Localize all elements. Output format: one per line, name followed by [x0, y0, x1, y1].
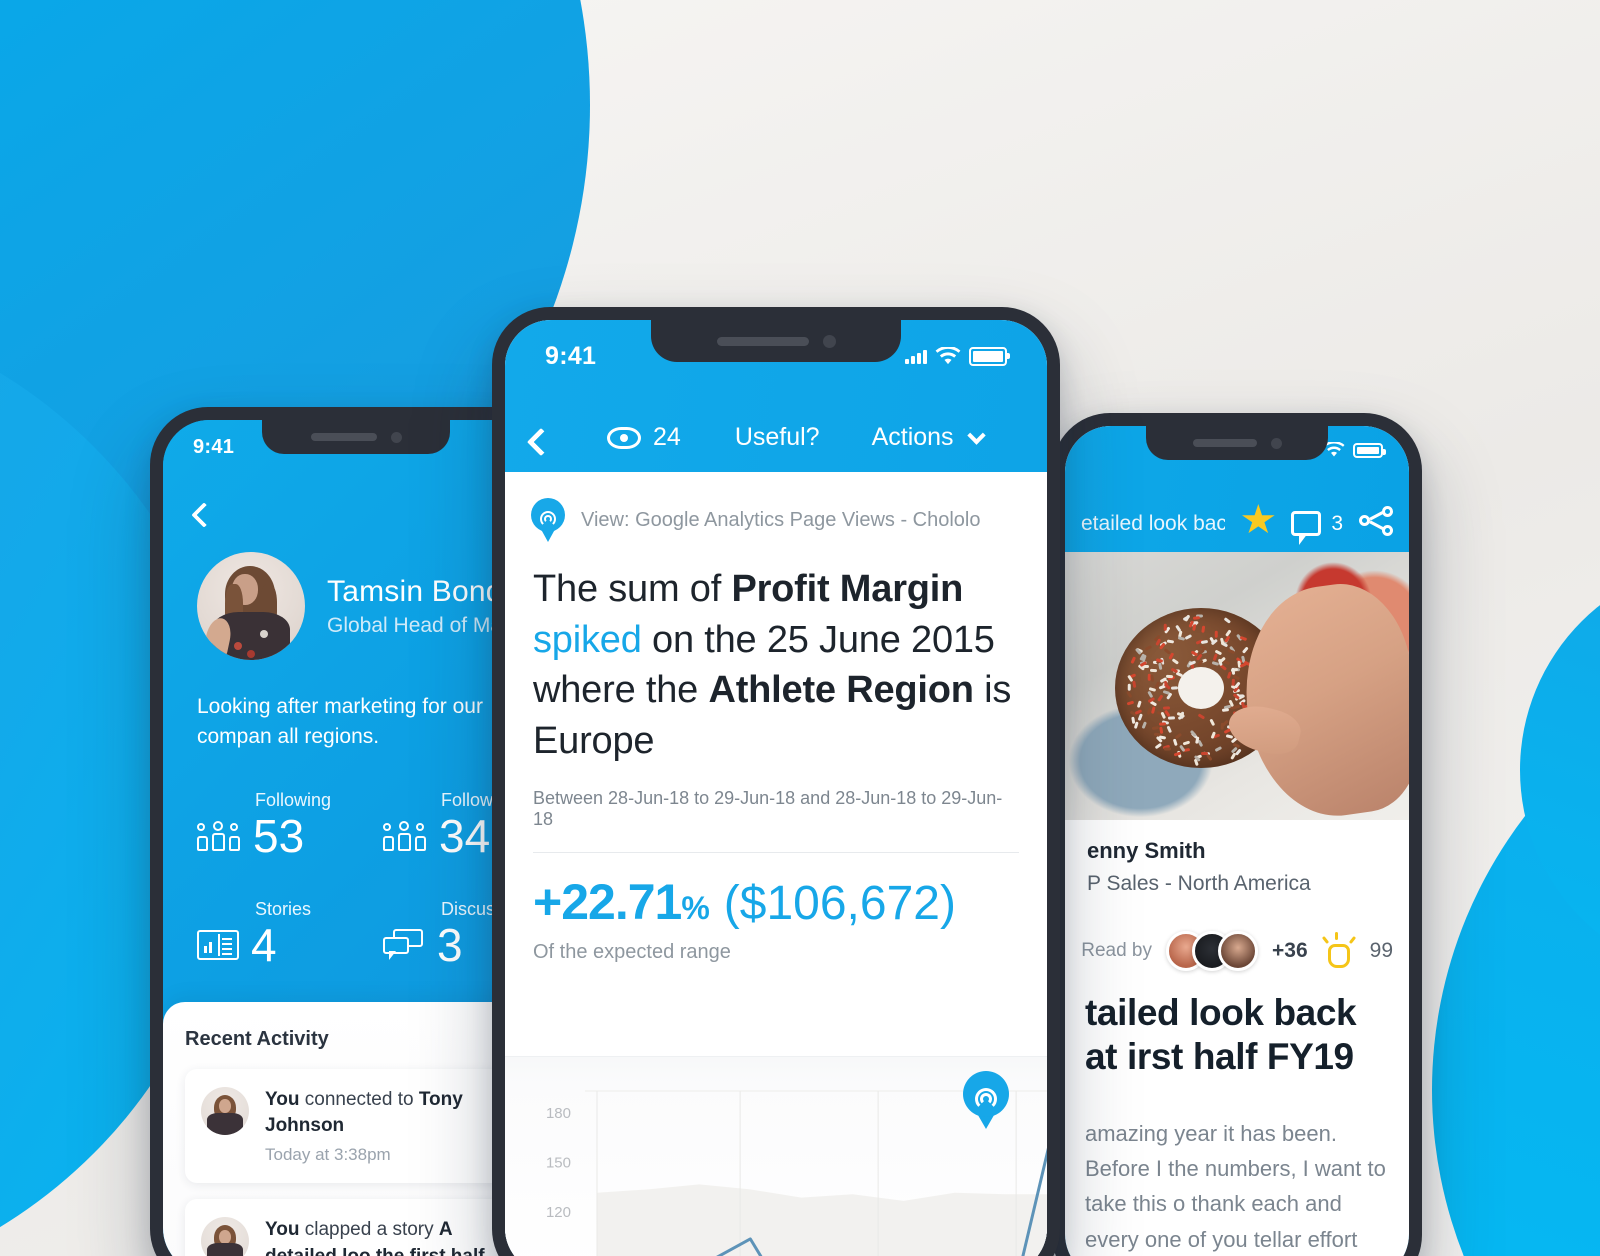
- views-indicator[interactable]: 24: [607, 423, 681, 452]
- stat-label: Following: [197, 790, 383, 811]
- insight-source-row[interactable]: View: Google Analytics Page Views - Chol…: [505, 472, 1047, 542]
- insight-metric: +22.71 % ($106,672): [505, 853, 1047, 931]
- headline-part-1: The sum of: [533, 568, 731, 610]
- author-name: enny Smith: [1087, 838, 1311, 864]
- metric-amount: ($106,672): [724, 876, 956, 931]
- hand-image: [1232, 575, 1409, 820]
- clap-icon[interactable]: [1322, 934, 1356, 968]
- avatar: [201, 1087, 249, 1135]
- clap-count: 99: [1370, 939, 1393, 963]
- article-hero-image: [1065, 552, 1409, 820]
- avatar: [201, 1217, 249, 1256]
- metric-value: +22.71: [533, 873, 681, 931]
- comment-count: 3: [1331, 512, 1343, 536]
- article-body: amazing year it has been. Before I the n…: [1085, 1116, 1397, 1256]
- star-icon[interactable]: [1241, 504, 1275, 536]
- activity-action: clapped a story: [299, 1219, 438, 1240]
- front-camera-icon: [391, 432, 402, 443]
- stat-value: 3: [437, 922, 463, 968]
- activity-actor: You: [265, 1219, 299, 1240]
- insight-headline: The sum of Profit Margin spiked on the 2…: [505, 542, 1047, 766]
- activity-time: Today at 3:38pm: [265, 1145, 511, 1165]
- speaker-grille-icon: [717, 337, 809, 346]
- list-item[interactable]: You clapped a story A detailed loo the f…: [185, 1199, 527, 1256]
- author-role: P Sales - North America: [1087, 872, 1311, 896]
- actions-dropdown[interactable]: Actions: [872, 423, 983, 452]
- chart-spike-pin-icon[interactable]: [963, 1071, 1009, 1129]
- avatar: [197, 552, 305, 660]
- article-title: tailed look back at irst half FY19: [1085, 991, 1395, 1078]
- eye-icon: [607, 427, 641, 449]
- y-axis-tick-label: 180: [546, 1105, 571, 1122]
- headline-bold-2: Athlete Region: [708, 669, 973, 711]
- notch: [651, 320, 901, 362]
- insight-date-range: Between 28-Jun-18 to 29-Jun-18 and 28-Ju…: [505, 766, 1047, 830]
- headline-highlight: spiked: [533, 619, 642, 661]
- people-icon: [197, 821, 241, 851]
- stat-value: 53: [253, 813, 304, 859]
- read-by-label: Read by: [1081, 940, 1152, 962]
- activity-action: connected to: [299, 1089, 418, 1110]
- engagement-row: Read by +36 99: [1081, 931, 1393, 971]
- status-icons: [905, 347, 1007, 366]
- article-topbar-title: etailed look back on...: [1081, 512, 1225, 536]
- insight-source-label: View: Google Analytics Page Views - Chol…: [581, 509, 980, 532]
- metric-unit: %: [681, 890, 709, 927]
- y-axis-tick-label: 120: [546, 1204, 571, 1221]
- status-time: 9:41: [193, 436, 234, 459]
- stat-label: Stories: [197, 899, 383, 920]
- pin-icon: [531, 498, 565, 542]
- chevron-left-icon: [191, 502, 216, 527]
- back-button[interactable]: [531, 432, 577, 452]
- notch: [262, 420, 450, 454]
- reader-avatars[interactable]: [1166, 931, 1258, 971]
- insight-chart-panel: 306090120150180: [505, 1056, 1047, 1256]
- front-camera-icon: [1271, 438, 1282, 449]
- wifi-icon: [935, 347, 961, 366]
- insight-metric-sub: Of the expected range: [505, 931, 1047, 964]
- actions-label: Actions: [872, 423, 954, 452]
- headline-bold-1: Profit Margin: [731, 568, 963, 610]
- share-icon[interactable]: [1359, 506, 1393, 536]
- recent-activity-title: Recent Activity: [185, 1028, 527, 1051]
- views-count: 24: [653, 423, 681, 452]
- stat-following[interactable]: Following 53: [197, 790, 383, 859]
- people-icon: [383, 821, 427, 851]
- right-screen: etailed look back on... 3: [1065, 426, 1409, 1256]
- battery-icon: [1353, 443, 1383, 458]
- speaker-grille-icon: [1193, 439, 1257, 447]
- stat-value: 4: [251, 922, 277, 968]
- back-button[interactable]: [195, 506, 213, 524]
- phone-center-insight: 24 Useful? Actions 9:41 View: Google Ana…: [492, 307, 1060, 1256]
- activity-text: You connected to Tony Johnson: [265, 1087, 511, 1139]
- useful-button[interactable]: Useful?: [735, 423, 820, 452]
- chevron-left-icon: [527, 428, 555, 456]
- avatar: [1218, 931, 1258, 971]
- status-time: 9:41: [545, 342, 596, 371]
- book-icon: [197, 930, 239, 960]
- battery-icon: [969, 347, 1007, 366]
- activity-text: You clapped a story A detailed loo the f…: [265, 1217, 511, 1256]
- profile-header: Tamsin Bond Global Head of Marketi: [197, 552, 542, 660]
- chat-icon: [383, 929, 425, 961]
- stat-value: 34: [439, 813, 490, 859]
- notch: [1146, 426, 1328, 460]
- list-item[interactable]: You connected to Tony Johnson Today at 3…: [185, 1069, 527, 1183]
- phone-right-article: etailed look back on... 3: [1052, 413, 1422, 1256]
- extra-readers-count: +36: [1272, 939, 1308, 963]
- center-screen: 24 Useful? Actions 9:41 View: Google Ana…: [505, 320, 1047, 1256]
- activity-actor: You: [265, 1089, 299, 1110]
- comment-icon[interactable]: [1291, 511, 1321, 536]
- signal-icon: [905, 350, 927, 364]
- article-author: enny Smith P Sales - North America: [1087, 838, 1311, 896]
- chevron-down-icon: [967, 426, 985, 444]
- y-axis-tick-label: 150: [546, 1154, 571, 1171]
- front-camera-icon: [823, 335, 836, 348]
- showcase-stage: 9:41 Tamsin Bond Global Head of Marketi …: [0, 0, 1600, 1256]
- speaker-grille-icon: [311, 433, 377, 441]
- stat-stories[interactable]: Stories 4: [197, 899, 383, 968]
- insight-card: View: Google Analytics Page Views - Chol…: [505, 472, 1047, 1256]
